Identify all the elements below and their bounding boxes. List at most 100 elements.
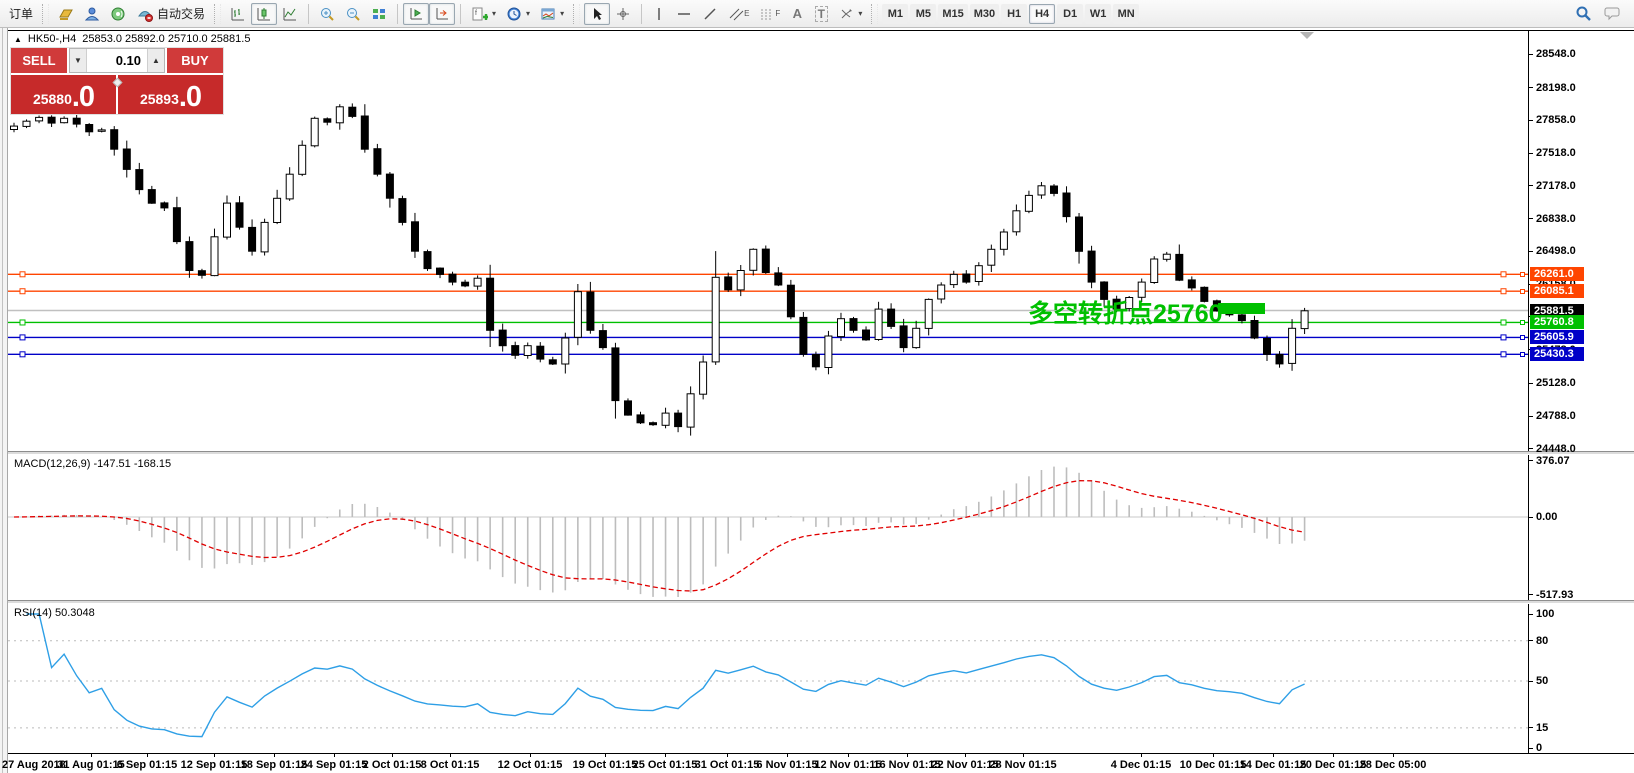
hline-right-handle[interactable] [1500, 271, 1507, 278]
timeframe-h4-button[interactable]: H4 [1029, 3, 1056, 24]
arrows-button[interactable]: ▾ [833, 3, 867, 25]
candle-body [661, 412, 670, 426]
time-tick-mark [91, 753, 92, 757]
indicators-button[interactable]: f ▾ [466, 3, 501, 25]
zoom-out-button[interactable] [340, 3, 366, 25]
time-axis-label: 12 Sep 01:15 [180, 759, 248, 771]
sell-price-display[interactable]: 25880 .0 [11, 75, 116, 114]
hline-axis-handle[interactable] [1520, 288, 1525, 294]
autoscroll-button[interactable] [403, 2, 430, 25]
buy-price-display[interactable]: 25893 .0 [118, 75, 223, 114]
chart-shift-button[interactable] [429, 2, 456, 25]
hline-right-handle[interactable] [1500, 288, 1507, 295]
fibonacci-button[interactable]: F [754, 3, 785, 25]
timeframe-mn-button[interactable]: MN [1113, 3, 1140, 24]
buy-price-int: 25893 [139, 91, 179, 107]
timeframe-m15-button[interactable]: M15 [938, 3, 968, 24]
text-label-button[interactable]: T [809, 3, 833, 25]
cursor-button[interactable] [584, 2, 611, 25]
quotes-button[interactable] [53, 3, 79, 25]
hline-axis-handle[interactable] [1520, 319, 1525, 325]
candle-body [122, 148, 131, 170]
price-badge: 26085.1 [1530, 284, 1584, 299]
line-chart-button[interactable] [277, 3, 303, 25]
tile-windows-button[interactable] [366, 3, 392, 25]
time-tick-mark [1273, 753, 1274, 757]
autotrading-button[interactable]: 自动交易 [131, 3, 210, 25]
hline-right-handle[interactable] [1500, 334, 1507, 341]
hline-left-handle[interactable] [19, 334, 26, 341]
candle-body [1300, 310, 1309, 330]
hline-axis-handle[interactable] [1520, 334, 1525, 340]
hline-left-handle[interactable] [19, 271, 26, 278]
candle-body [461, 281, 470, 287]
equidistant-channel-button[interactable]: E [723, 3, 754, 25]
timeframe-h1-button[interactable]: H1 [1001, 3, 1028, 24]
candle-body [511, 345, 520, 356]
periods-dropdown-arrow[interactable]: ▾ [526, 9, 530, 18]
timeframe-m5-button[interactable]: M5 [910, 3, 937, 24]
indicators-dropdown-arrow[interactable]: ▾ [492, 9, 496, 18]
price-tick-mark [1528, 152, 1533, 154]
sell-button[interactable]: SELL [11, 48, 67, 73]
periods-button[interactable]: ▾ [501, 3, 535, 25]
price-badge: 26261.0 [1530, 267, 1584, 282]
toolbar-grip [573, 3, 581, 24]
rsi-tick-label: 15 [1536, 721, 1549, 734]
hline-axis-handle[interactable] [1520, 351, 1525, 357]
hline-right-handle[interactable] [1500, 319, 1507, 326]
time-axis-label: 14 Dec 01:15 [1239, 759, 1307, 771]
candle-body [561, 337, 570, 365]
timeframe-m1-button[interactable]: M1 [882, 3, 909, 24]
hline-right-handle[interactable] [1500, 351, 1507, 358]
templates-button[interactable]: ▾ [535, 3, 569, 25]
candle-body [649, 422, 657, 426]
volume-input[interactable]: 0.10 [87, 49, 147, 72]
main-chart-canvas[interactable] [8, 28, 1528, 451]
price-tick-label: 27858.0 [1536, 114, 1576, 127]
new-order-button[interactable]: 订单 [4, 3, 38, 25]
macd-canvas[interactable] [8, 455, 1528, 600]
candle-body [298, 144, 307, 175]
periods-clock-icon [507, 7, 521, 20]
time-tick-mark [1023, 753, 1024, 757]
vertical-line-button[interactable] [647, 3, 671, 25]
volume-decrease-button[interactable]: ▼ [70, 49, 87, 72]
price-tick-mark [1528, 87, 1533, 89]
candle-body [273, 197, 282, 224]
candle-body [1012, 210, 1021, 233]
hline-left-handle[interactable] [19, 319, 26, 326]
trendline-button[interactable] [697, 3, 723, 25]
timeframe-d1-button[interactable]: D1 [1057, 3, 1084, 24]
turning-point-annotation[interactable]: 多空转折点25760 [1028, 294, 1223, 330]
horizontal-line-button[interactable] [671, 3, 697, 25]
chat-icon[interactable] [1602, 5, 1622, 22]
hline-axis-handle[interactable] [1520, 271, 1525, 277]
arrows-dropdown-arrow[interactable]: ▾ [858, 9, 862, 18]
turning-point-highlight-rect[interactable] [1218, 303, 1265, 314]
buy-price-frac: .0 [178, 81, 202, 113]
market-button[interactable] [79, 3, 105, 25]
candle-body [1087, 250, 1096, 283]
candle-body [385, 173, 394, 199]
rsi-canvas[interactable] [8, 604, 1528, 752]
hline-left-handle[interactable] [19, 288, 26, 295]
tile-windows-icon [373, 8, 386, 19]
time-axis-label: 12 Oct 01:15 [497, 759, 563, 771]
timeframe-m30-button[interactable]: M30 [969, 3, 1000, 24]
candle-body [674, 412, 683, 428]
signals-button[interactable] [105, 3, 131, 25]
volume-increase-button[interactable]: ▲ [147, 49, 164, 72]
templates-dropdown-arrow[interactable]: ▾ [560, 9, 564, 18]
buy-button[interactable]: BUY [167, 48, 223, 73]
time-axis-label: 6 Nov 01:15 [756, 759, 818, 771]
candlestick-chart-button[interactable] [251, 2, 278, 25]
zoom-in-button[interactable] [314, 3, 340, 25]
crosshair-button[interactable] [610, 3, 636, 25]
search-icon[interactable] [1575, 5, 1592, 22]
timeframe-w1-button[interactable]: W1 [1085, 3, 1112, 24]
hline-left-handle[interactable] [19, 351, 26, 358]
candle-body [110, 129, 119, 150]
text-button[interactable]: A [785, 3, 809, 25]
bar-chart-button[interactable] [225, 3, 251, 25]
